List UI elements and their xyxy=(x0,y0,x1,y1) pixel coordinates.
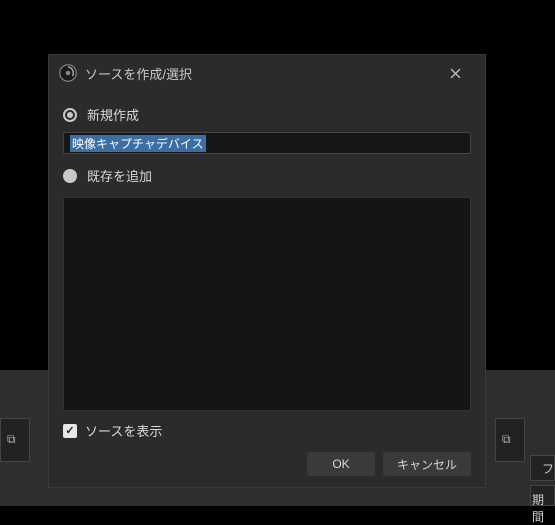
dialog-buttons: OK キャンセル xyxy=(49,452,485,490)
cancel-button[interactable]: キャンセル xyxy=(383,452,471,476)
input-value: 映像キャプチャデバイス xyxy=(70,135,206,152)
bg-label: フ xyxy=(542,460,554,477)
source-name-input[interactable]: 映像キャプチャデバイス xyxy=(63,132,471,154)
copy-icon: ⧉ xyxy=(502,432,511,447)
show-source-checkbox[interactable]: ✓ ソースを表示 xyxy=(63,411,471,452)
checkbox-label: ソースを表示 xyxy=(85,421,162,440)
radio-icon xyxy=(63,169,77,183)
create-source-dialog: ソースを作成/選択 新規作成 映像キャプチャデバイス 既存を追加 ✓ ソースを表… xyxy=(48,54,486,488)
obs-icon xyxy=(59,64,77,82)
copy-icon: ⧉ xyxy=(7,432,16,447)
radio-label: 既存を追加 xyxy=(87,166,152,185)
ok-button[interactable]: OK xyxy=(307,452,375,476)
radio-create-new[interactable]: 新規作成 xyxy=(63,99,471,130)
dialog-title: ソースを作成/選択 xyxy=(85,64,435,83)
dialog-body: 新規作成 映像キャプチャデバイス 既存を追加 ✓ ソースを表示 xyxy=(49,91,485,452)
checkbox-icon: ✓ xyxy=(63,424,77,438)
bg-label: 期間 xyxy=(532,491,555,525)
existing-sources-list[interactable] xyxy=(63,197,471,411)
radio-icon xyxy=(63,108,77,122)
radio-add-existing[interactable]: 既存を追加 xyxy=(63,160,471,191)
close-button[interactable] xyxy=(435,55,475,91)
radio-label: 新規作成 xyxy=(87,105,139,124)
titlebar: ソースを作成/選択 xyxy=(49,55,485,91)
